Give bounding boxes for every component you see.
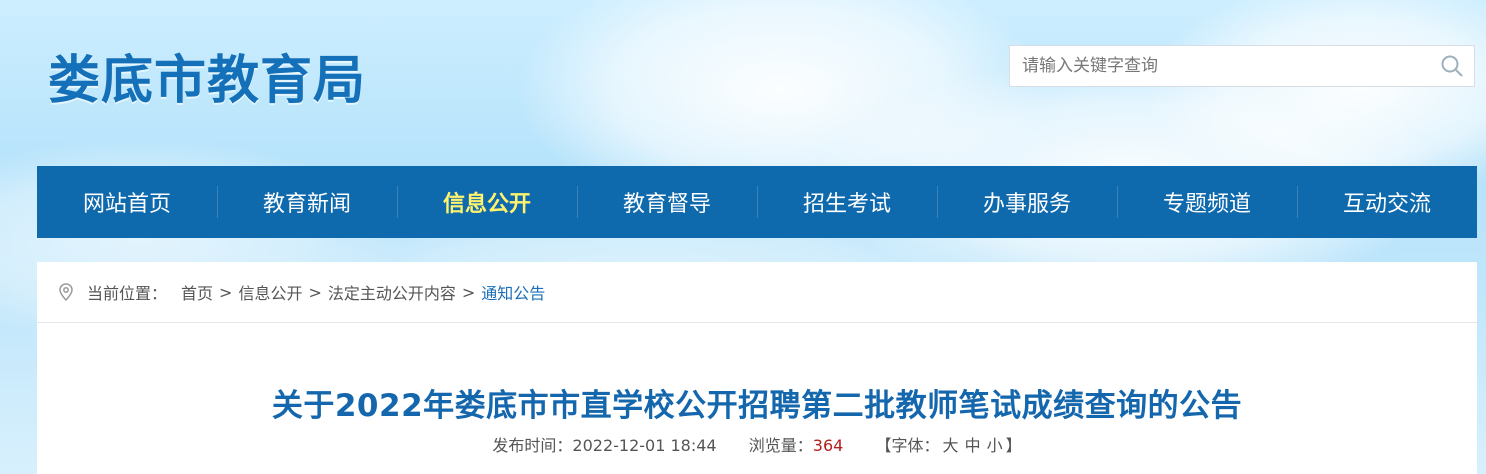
- breadcrumb-item-notices[interactable]: 通知公告: [481, 280, 545, 304]
- font-size-medium-button[interactable]: 中: [965, 436, 981, 455]
- nav-item-info-disclosure[interactable]: 信息公开: [397, 166, 577, 238]
- publish-time-value: 2022-12-01 18:44: [572, 436, 717, 455]
- article-meta: 发布时间：2022-12-01 18:44 浏览量：364 【字体：大中小】: [37, 432, 1477, 456]
- search-button[interactable]: [1430, 46, 1474, 86]
- main-nav: 网站首页 教育新闻 信息公开 教育督导 招生考试 办事服务 专题频道 互动交流: [37, 166, 1477, 238]
- nav-item-home[interactable]: 网站首页: [37, 166, 217, 238]
- views-count: 364: [812, 436, 844, 455]
- nav-item-special-channels[interactable]: 专题频道: [1117, 166, 1297, 238]
- site-logo[interactable]: 娄底市教育局: [48, 38, 366, 113]
- font-size-open: 【字体：: [875, 436, 940, 455]
- content-panel: 当前位置： 首页 > 信息公开 > 法定主动公开内容 > 通知公告 关于2022…: [37, 262, 1477, 474]
- breadcrumb-item-statutory-disclosure[interactable]: 法定主动公开内容: [328, 280, 456, 304]
- nav-item-interaction[interactable]: 互动交流: [1297, 166, 1477, 238]
- nav-item-education-news[interactable]: 教育新闻: [217, 166, 397, 238]
- breadcrumb-separator: >: [461, 282, 476, 302]
- breadcrumb-separator: >: [219, 282, 233, 302]
- nav-item-education-supervision[interactable]: 教育督导: [577, 166, 757, 238]
- breadcrumb-label: 当前位置：: [87, 284, 168, 303]
- location-pin-icon: [59, 283, 73, 301]
- breadcrumb-separator: >: [308, 282, 322, 302]
- breadcrumb: 当前位置： 首页 > 信息公开 > 法定主动公开内容 > 通知公告: [37, 262, 1477, 323]
- breadcrumb-item-info-disclosure[interactable]: 信息公开: [238, 280, 302, 304]
- search-box: [1009, 45, 1475, 87]
- font-size-large-button[interactable]: 大: [943, 436, 959, 455]
- article-title: 关于2022年娄底市市直学校公开招聘第二批教师笔试成绩查询的公告: [271, 388, 1243, 424]
- nav-item-admissions-exams[interactable]: 招生考试: [757, 166, 937, 238]
- font-size-small-button[interactable]: 小: [987, 436, 1003, 455]
- font-size-close: 】: [1005, 436, 1022, 455]
- publish-time-label: 发布时间：: [492, 436, 573, 455]
- search-input[interactable]: [1010, 46, 1430, 86]
- search-icon: [1441, 55, 1463, 77]
- nav-item-services[interactable]: 办事服务: [937, 166, 1117, 238]
- views-label: 浏览量：: [748, 436, 813, 455]
- breadcrumb-item-home[interactable]: 首页: [181, 280, 213, 304]
